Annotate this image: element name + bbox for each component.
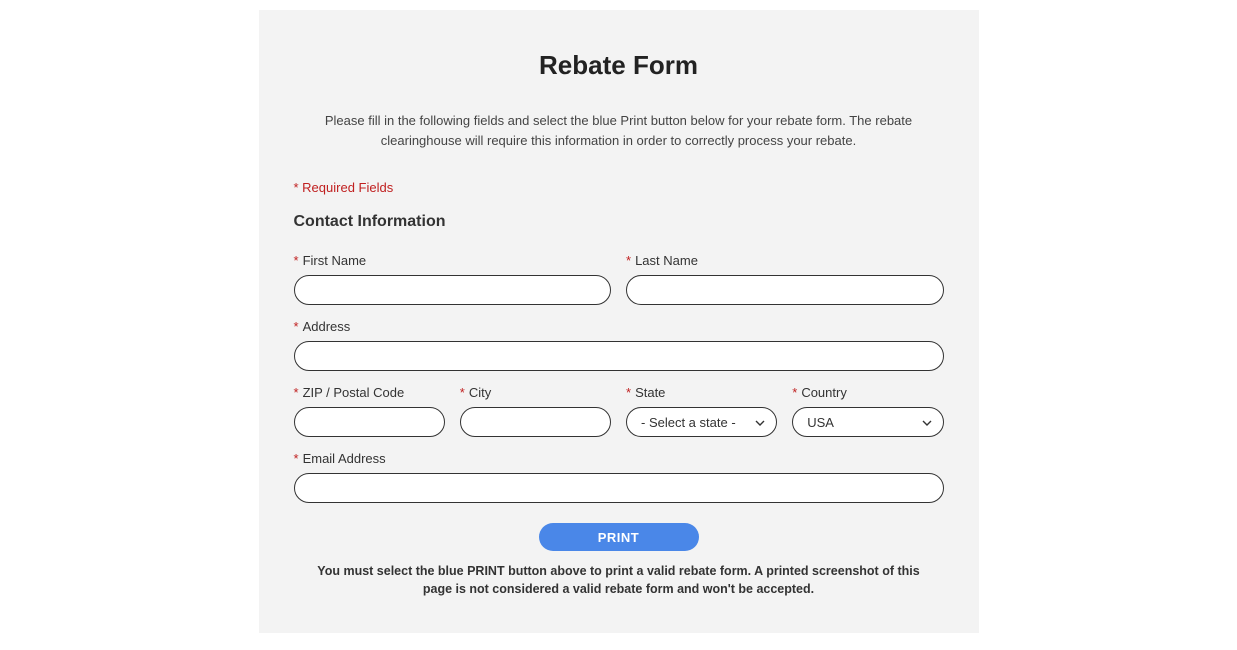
first-name-label: * First Name bbox=[294, 253, 612, 268]
first-name-input[interactable] bbox=[294, 275, 612, 305]
page-title: Rebate Form bbox=[294, 50, 944, 81]
zip-label-text: ZIP / Postal Code bbox=[303, 385, 405, 400]
country-label: * Country bbox=[792, 385, 943, 400]
zip-label: * ZIP / Postal Code bbox=[294, 385, 445, 400]
required-asterisk: * bbox=[626, 385, 631, 400]
instructions-text: Please fill in the following fields and … bbox=[294, 111, 944, 150]
footer-note: You must select the blue PRINT button ab… bbox=[294, 563, 944, 598]
city-label: * City bbox=[460, 385, 611, 400]
required-asterisk: * bbox=[626, 253, 631, 268]
last-name-label: * Last Name bbox=[626, 253, 944, 268]
email-field: * Email Address bbox=[294, 451, 944, 503]
rebate-form-container: Rebate Form Please fill in the following… bbox=[259, 10, 979, 633]
last-name-label-text: Last Name bbox=[635, 253, 698, 268]
address-row: * Address bbox=[294, 319, 944, 371]
address-input[interactable] bbox=[294, 341, 944, 371]
contact-information-heading: Contact Information bbox=[294, 213, 944, 231]
state-label-text: State bbox=[635, 385, 665, 400]
required-asterisk: * bbox=[792, 385, 797, 400]
email-input[interactable] bbox=[294, 473, 944, 503]
address-field: * Address bbox=[294, 319, 944, 371]
last-name-input[interactable] bbox=[626, 275, 944, 305]
required-asterisk: * bbox=[294, 319, 299, 334]
state-label: * State bbox=[626, 385, 777, 400]
city-label-text: City bbox=[469, 385, 491, 400]
country-select[interactable]: USA bbox=[792, 407, 943, 437]
first-name-field: * First Name bbox=[294, 253, 612, 305]
email-row: * Email Address bbox=[294, 451, 944, 503]
zip-field: * ZIP / Postal Code bbox=[294, 385, 445, 437]
city-input[interactable] bbox=[460, 407, 611, 437]
first-name-label-text: First Name bbox=[303, 253, 367, 268]
required-asterisk: * bbox=[294, 253, 299, 268]
city-field: * City bbox=[460, 385, 611, 437]
required-asterisk: * bbox=[460, 385, 465, 400]
country-field: * Country USA bbox=[792, 385, 943, 437]
email-label: * Email Address bbox=[294, 451, 944, 466]
address-label-text: Address bbox=[303, 319, 351, 334]
state-field: * State - Select a state - bbox=[626, 385, 777, 437]
country-label-text: Country bbox=[801, 385, 847, 400]
required-asterisk: * bbox=[294, 385, 299, 400]
required-asterisk: * bbox=[294, 451, 299, 466]
name-row: * First Name * Last Name bbox=[294, 253, 944, 305]
required-fields-note: * Required Fields bbox=[294, 180, 944, 195]
state-select[interactable]: - Select a state - bbox=[626, 407, 777, 437]
zip-input[interactable] bbox=[294, 407, 445, 437]
location-row: * ZIP / Postal Code * City * State - Select… bbox=[294, 385, 944, 437]
last-name-field: * Last Name bbox=[626, 253, 944, 305]
address-label: * Address bbox=[294, 319, 944, 334]
print-button[interactable]: PRINT bbox=[539, 523, 699, 551]
email-label-text: Email Address bbox=[303, 451, 386, 466]
